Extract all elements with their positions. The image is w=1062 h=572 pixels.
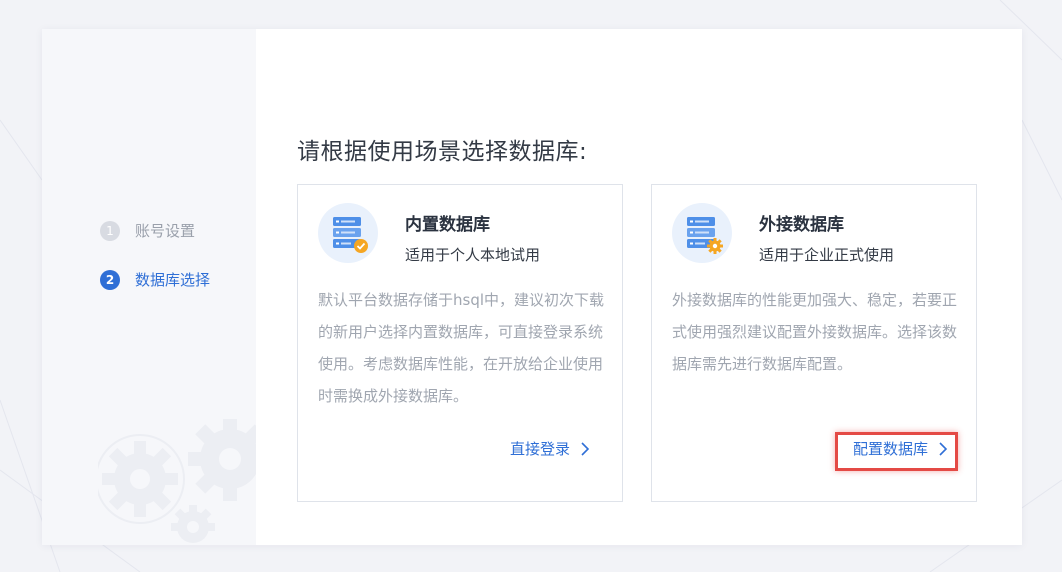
step-account-settings[interactable]: 1 账号设置: [100, 220, 195, 241]
card-title: 外接数据库: [759, 215, 844, 235]
configure-database-label: 配置数据库: [852, 440, 928, 458]
external-database-card[interactable]: 外接数据库 适用于企业正式使用 外接数据库的性能更加强大、稳定，若要正式使用强烈…: [651, 184, 977, 502]
chevron-right-icon: [939, 441, 948, 456]
setup-panel: 1 账号设置 2 数据库选择 请根据使用场景选择数据库: 内置数据库 适用于个人…: [42, 29, 1022, 545]
card-subtitle: 适用于个人本地试用: [405, 246, 541, 264]
step-sidebar: 1 账号设置 2 数据库选择: [42, 29, 256, 545]
configure-database-link[interactable]: 配置数据库: [853, 438, 948, 459]
card-description: 外接数据库的性能更加强大、稳定，若要正式使用强烈建议配置外接数据库。选择该数据库…: [672, 291, 958, 373]
card-title: 内置数据库: [405, 215, 490, 235]
step-database-selection[interactable]: 2 数据库选择: [100, 269, 210, 290]
step-number-badge: 2: [100, 269, 120, 290]
direct-login-link[interactable]: 直接登录: [510, 438, 590, 459]
chevron-right-icon: [581, 441, 590, 456]
database-server-gear-icon: [672, 203, 732, 263]
database-server-check-icon: [318, 203, 378, 263]
card-subtitle: 适用于企业正式使用: [759, 246, 895, 264]
card-description: 默认平台数据存储于hsql中，建议初次下载的新用户选择内置数据库，可直接登录系统…: [318, 291, 605, 405]
page-title: 请根据使用场景选择数据库:: [297, 139, 588, 165]
direct-login-label: 直接登录: [509, 440, 570, 458]
step-label: 账号设置: [135, 222, 196, 240]
step-number-badge: 1: [100, 220, 120, 241]
step-label: 数据库选择: [135, 271, 211, 289]
builtin-database-card[interactable]: 内置数据库 适用于个人本地试用 默认平台数据存储于hsql中，建议初次下载的新用…: [297, 184, 623, 502]
gears-decoration-icon: [98, 419, 256, 543]
